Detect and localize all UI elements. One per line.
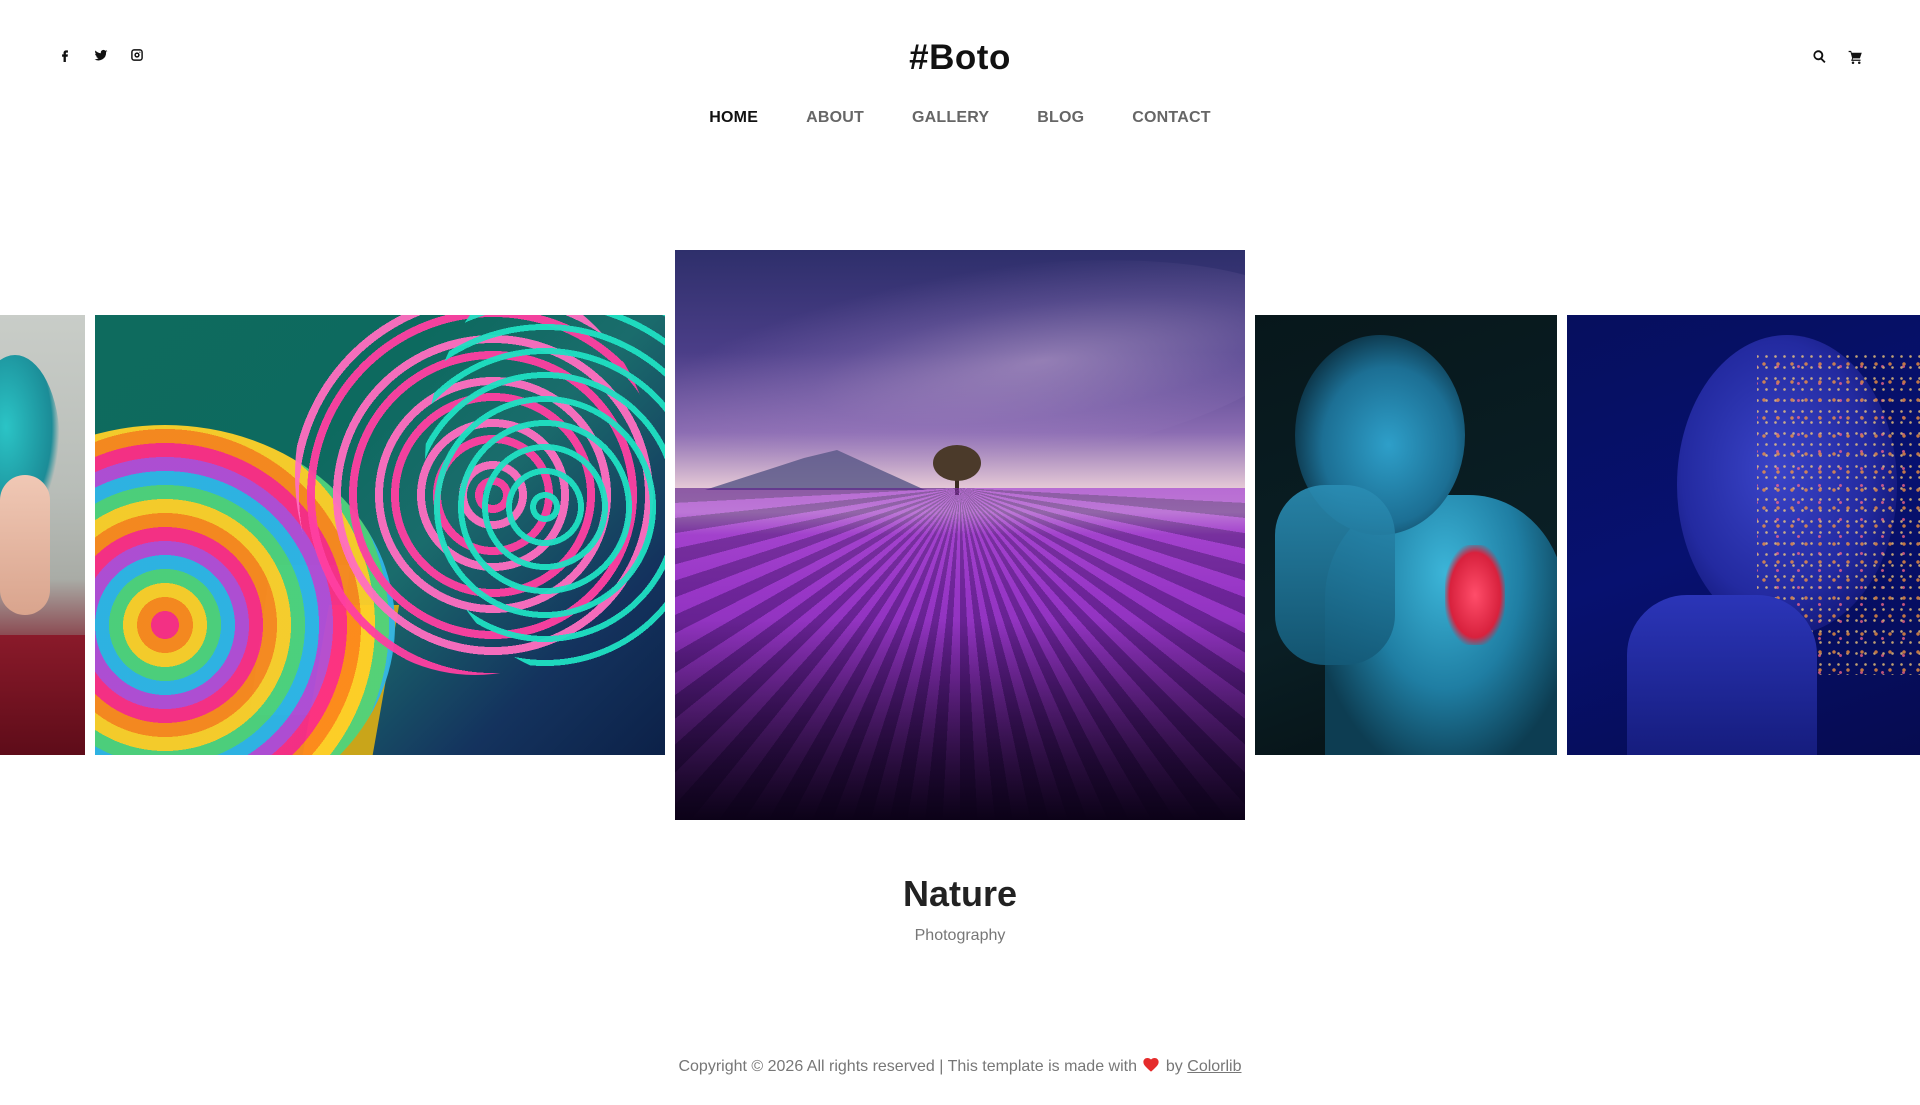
slide-lavender-field[interactable] xyxy=(675,250,1245,820)
by-text: by xyxy=(1165,1058,1183,1075)
colorlib-link[interactable]: Colorlib xyxy=(1187,1058,1241,1075)
field-shadow xyxy=(675,620,1245,820)
sweater-shape xyxy=(0,635,85,755)
hands-shape xyxy=(1627,595,1817,755)
tree-shape xyxy=(933,445,981,481)
slide-rainbow-slinky[interactable] xyxy=(95,315,665,755)
hand-shape xyxy=(0,475,50,615)
slide-woman-glitter[interactable] xyxy=(1567,315,1920,755)
slide-portrait-teal-hair[interactable] xyxy=(0,315,85,755)
slide-caption: Nature Photography xyxy=(0,873,1920,945)
painted-heart xyxy=(1445,545,1505,645)
heart-icon xyxy=(1143,1058,1160,1072)
caption-title: Nature xyxy=(902,873,1018,914)
copyright-text: Copyright © 2026 All rights reserved | T… xyxy=(678,1058,1137,1075)
hands-shape xyxy=(1275,485,1395,665)
slide-blue-painted-man[interactable] xyxy=(1255,315,1557,755)
caption-subtitle: Photography xyxy=(914,927,1006,944)
footer: Copyright © 2026 All rights reserved | T… xyxy=(0,1058,1920,1076)
